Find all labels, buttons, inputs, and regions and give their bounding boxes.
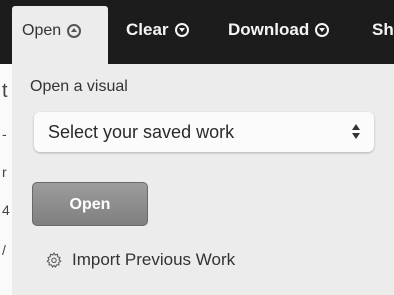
updown-arrows-icon bbox=[352, 122, 360, 142]
share-menu-button[interactable]: Sh bbox=[372, 18, 394, 42]
download-menu-button[interactable]: Download bbox=[228, 18, 330, 42]
clear-menu-button[interactable]: Clear bbox=[126, 18, 189, 42]
edge-text: t bbox=[2, 80, 8, 102]
select-value: Select your saved work bbox=[48, 122, 235, 142]
import-link-label: Import Previous Work bbox=[72, 250, 236, 269]
open-visual-heading: Open a visual bbox=[30, 78, 128, 95]
edge-text: r bbox=[2, 164, 7, 180]
edge-text: 4 bbox=[2, 202, 10, 218]
saved-work-select[interactable]: Select your saved work bbox=[34, 112, 374, 152]
download-label: Download bbox=[228, 20, 310, 39]
edge-text: / bbox=[2, 242, 6, 258]
gear-icon bbox=[46, 252, 62, 268]
edge-text: - bbox=[2, 126, 7, 142]
chevron-down-icon bbox=[174, 23, 189, 37]
clear-label: Clear bbox=[126, 20, 169, 39]
open-menu-tab[interactable]: Open bbox=[12, 6, 108, 64]
import-previous-work-link[interactable]: Import Previous Work bbox=[46, 250, 235, 270]
chevron-down-icon bbox=[315, 23, 330, 37]
open-tab-label: Open bbox=[22, 22, 62, 39]
open-panel: Open a visual Select your saved work Ope… bbox=[12, 64, 394, 295]
share-label: Sh bbox=[372, 20, 394, 39]
open-button[interactable]: Open bbox=[32, 182, 148, 226]
chevron-up-icon bbox=[67, 24, 82, 38]
